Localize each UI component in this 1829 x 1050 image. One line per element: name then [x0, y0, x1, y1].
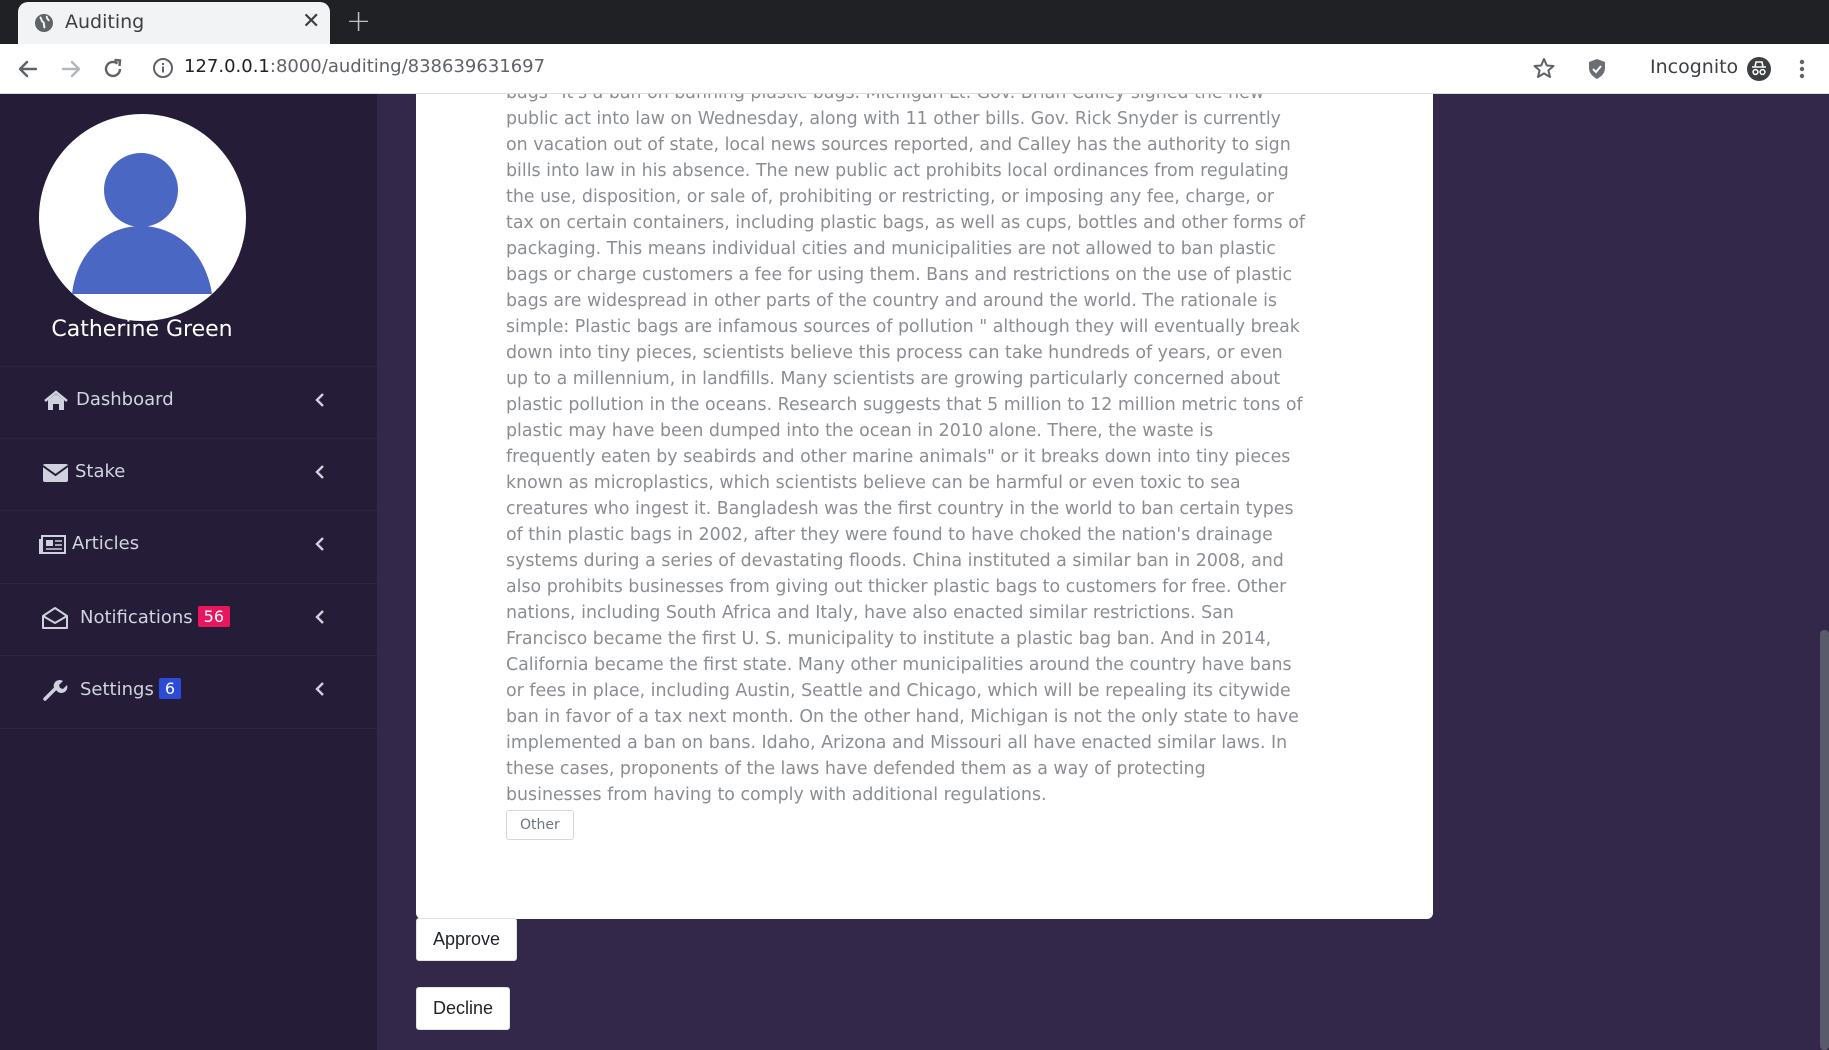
sidebar-item-label: Settings 6	[80, 678, 182, 700]
approve-button[interactable]: Approve	[416, 918, 518, 961]
sidebar-item-settings[interactable]: Settings 6	[0, 656, 377, 729]
user-silhouette-icon	[72, 153, 212, 294]
sidebar-item-notifications[interactable]: Notifications 56	[0, 584, 377, 656]
new-tab-icon[interactable]: +	[346, 5, 371, 39]
settings-label: Settings	[80, 679, 154, 700]
globe-icon	[35, 14, 53, 32]
article-card: bags" It's a ban on banning plastic bags…	[416, 94, 1433, 919]
newspaper-icon	[39, 535, 66, 554]
wrench-icon	[43, 679, 68, 701]
home-icon	[44, 390, 68, 410]
notifications-label: Notifications	[80, 606, 193, 628]
sidebar: Catherine Green Dashboard Stake Articles…	[0, 94, 377, 1050]
category-tag[interactable]: Other	[506, 810, 574, 840]
chevron-left-icon	[315, 609, 324, 624]
browser-tab[interactable]: Auditing ✕	[18, 2, 330, 44]
settings-count-badge: 6	[158, 678, 182, 699]
notifications-count-badge: 56	[197, 605, 231, 627]
sidebar-item-dashboard[interactable]: Dashboard	[0, 366, 377, 439]
sidebar-menu: Dashboard Stake Articles Notifications 5…	[0, 366, 377, 729]
browser-toolbar: 127.0.0.1:8000/auditing/838639631697 Inc…	[0, 44, 1829, 94]
sidebar-item-label: Dashboard	[76, 389, 174, 410]
tab-title: Auditing	[65, 11, 145, 33]
reload-icon[interactable]	[100, 56, 126, 82]
avatar	[39, 114, 246, 321]
browser-tab-strip: Auditing ✕ +	[0, 0, 1829, 44]
incognito-icon[interactable]	[1746, 56, 1772, 82]
article-body: bags" It's a ban on banning plastic bags…	[506, 94, 1305, 805]
envelope-icon	[42, 463, 69, 482]
scrollbar-thumb[interactable]	[1820, 630, 1829, 1050]
bookmark-star-icon[interactable]	[1531, 56, 1557, 82]
sidebar-item-label: Articles	[72, 533, 140, 554]
incognito-label: Incognito	[1650, 56, 1739, 78]
chevron-left-icon	[315, 464, 324, 479]
address-bar[interactable]: 127.0.0.1:8000/auditing/838639631697	[184, 56, 545, 77]
chevron-left-icon	[315, 537, 324, 551]
sidebar-item-articles[interactable]: Articles	[0, 511, 377, 584]
site-info-icon[interactable]	[152, 57, 174, 79]
forward-arrow-icon[interactable]	[58, 56, 84, 82]
sidebar-item-label: Notifications 56	[80, 605, 231, 628]
url-host: 127.0.0.1	[184, 56, 270, 77]
envelope-open-icon	[42, 606, 68, 629]
more-menu-icon[interactable]	[1789, 56, 1815, 82]
decline-button[interactable]: Decline	[416, 987, 511, 1030]
chevron-left-icon	[315, 682, 324, 696]
url-path: :8000/auditing/838639631697	[269, 56, 546, 77]
tab-close-icon[interactable]: ✕	[302, 10, 320, 34]
sidebar-item-stake[interactable]: Stake	[0, 439, 377, 511]
chevron-left-icon	[315, 393, 324, 407]
user-name: Catherine Green	[51, 317, 233, 342]
sidebar-item-label: Stake	[75, 460, 126, 482]
back-arrow-icon[interactable]	[15, 56, 41, 82]
shield-extension-icon[interactable]	[1584, 56, 1610, 82]
